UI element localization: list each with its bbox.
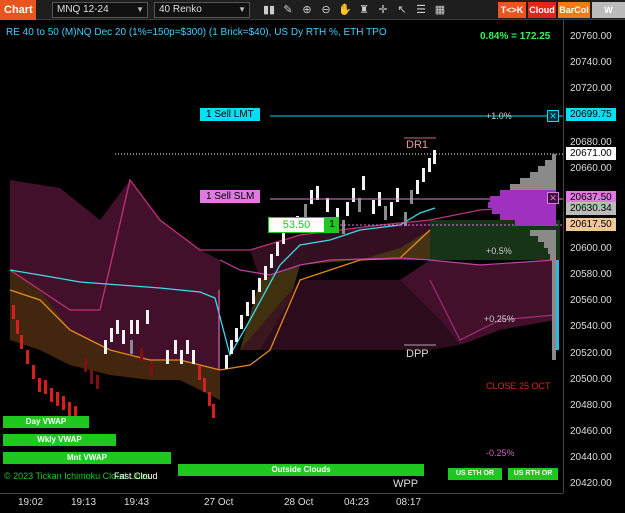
bar-type-selector[interactable]: 40 Renko ▼ (154, 2, 250, 18)
price-tick: 20500.00 (570, 374, 612, 385)
plus-1-label: +1.0% (486, 111, 512, 121)
strategy-icon[interactable]: ♜ (357, 2, 371, 18)
us-eth-or-label[interactable]: US ETH OR (448, 468, 502, 480)
wkly-vwap-label[interactable]: Wkly VWAP (3, 434, 116, 446)
sell-lmt-order[interactable]: 1 Sell LMT (200, 108, 260, 121)
draw-icon[interactable]: ✎ (281, 2, 295, 18)
chevron-down-icon: ▼ (238, 5, 246, 14)
position-qty[interactable]: 1 (325, 217, 339, 233)
time-tick: 08:17 (396, 497, 422, 508)
crosshair-icon[interactable]: ✛ (376, 2, 390, 18)
price-tick: 20560.00 (570, 295, 612, 306)
us-rth-or-label[interactable]: US RTH OR (508, 468, 558, 480)
data-box-icon[interactable]: ▦ (433, 2, 447, 18)
toolbar: Chart MNQ 12-24 ▼ 40 Renko ▼ ▮▮ ✎ ⊕ ⊖ ✋ … (0, 0, 625, 31)
price-tick: 20580.00 (570, 269, 612, 280)
price-tick: 20720.00 (570, 83, 612, 94)
bar-type-label: 40 Renko (159, 4, 202, 15)
day-vwap-label[interactable]: Day VWAP (3, 416, 89, 428)
arrow-icon[interactable]: ↖ (395, 2, 409, 18)
time-axis[interactable]: 19:02 19:13 19:43 27 Oct 28 Oct 04:23 08… (0, 493, 563, 513)
avg-price-tag: 20617.50 (566, 218, 616, 231)
symbol-selector[interactable]: MNQ 12-24 ▼ (52, 2, 148, 18)
tpo-cyan-bar (556, 260, 559, 350)
price-tick: 20460.00 (570, 426, 612, 437)
price-tick: 20760.00 (570, 31, 612, 42)
last-price-tag: 20671.00 (566, 147, 616, 160)
chevron-down-icon: ▼ (136, 5, 144, 14)
time-tick: 19:02 (18, 497, 44, 508)
position-price[interactable]: 53.50 (268, 217, 325, 233)
barcol-button[interactable]: BarCol (558, 2, 590, 18)
cloud-button[interactable]: Cloud (528, 2, 556, 18)
dpp-label: DPP (406, 348, 429, 360)
sell-lmt-price-tag: 20699.75 (566, 108, 616, 121)
price-tick: 20740.00 (570, 57, 612, 68)
time-tick: 04:23 (344, 497, 370, 508)
zoom-out-icon[interactable]: ⊖ (319, 2, 333, 18)
mnt-vwap-label[interactable]: Mnt VWAP (3, 452, 171, 464)
price-axis[interactable]: 20760.00 20740.00 20720.00 20680.00 2066… (563, 20, 625, 493)
price-tick: 20480.00 (570, 400, 612, 411)
chart-title: RE 40 to 50 (M)NQ Dec 20 (1%=150p=$300) … (6, 27, 387, 38)
minus-025-label: -0.25% (486, 448, 515, 458)
symbol-label: MNQ 12-24 (57, 4, 109, 15)
price-tick: 20540.00 (570, 321, 612, 332)
hidden-price-tag: 20630.34 (566, 202, 616, 215)
price-tick: 20660.00 (570, 163, 612, 174)
cancel-slm-icon[interactable]: ✕ (547, 192, 559, 204)
close-label: CLOSE 25 OCT (486, 381, 551, 391)
time-tick: 27 Oct (204, 497, 234, 508)
price-tick: 20520.00 (570, 348, 612, 359)
sell-slm-order[interactable]: 1 Sell SLM (200, 190, 261, 203)
outside-clouds-label[interactable]: Outside Clouds (178, 464, 424, 476)
cancel-lmt-icon[interactable]: ✕ (547, 110, 559, 122)
time-tick: 19:43 (124, 497, 150, 508)
plus-025-label: +0.25% (484, 314, 515, 324)
chart-tab[interactable]: Chart (0, 0, 36, 20)
wpp-label: WPP (393, 478, 419, 490)
plus-05-label: +0.5% (486, 246, 512, 256)
price-tick: 20600.00 (570, 243, 612, 254)
properties-icon[interactable]: ☰ (414, 2, 428, 18)
zoom-in-icon[interactable]: ⊕ (300, 2, 314, 18)
price-tick: 20420.00 (570, 478, 612, 489)
fast-cloud-label: Fast Cloud (114, 471, 158, 481)
price-tick: 20440.00 (570, 452, 612, 463)
bars-icon[interactable]: ▮▮ (262, 2, 276, 18)
dr1-label: DR1 (406, 139, 429, 151)
hand-icon[interactable]: ✋ (338, 2, 352, 18)
tk-button[interactable]: T<>K (498, 2, 526, 18)
time-tick: 28 Oct (284, 497, 314, 508)
vwap-button[interactable]: W VWAA (592, 2, 625, 31)
time-tick: 19:13 (71, 497, 97, 508)
pct-readout: 0.84% = 172.25 (480, 31, 551, 42)
